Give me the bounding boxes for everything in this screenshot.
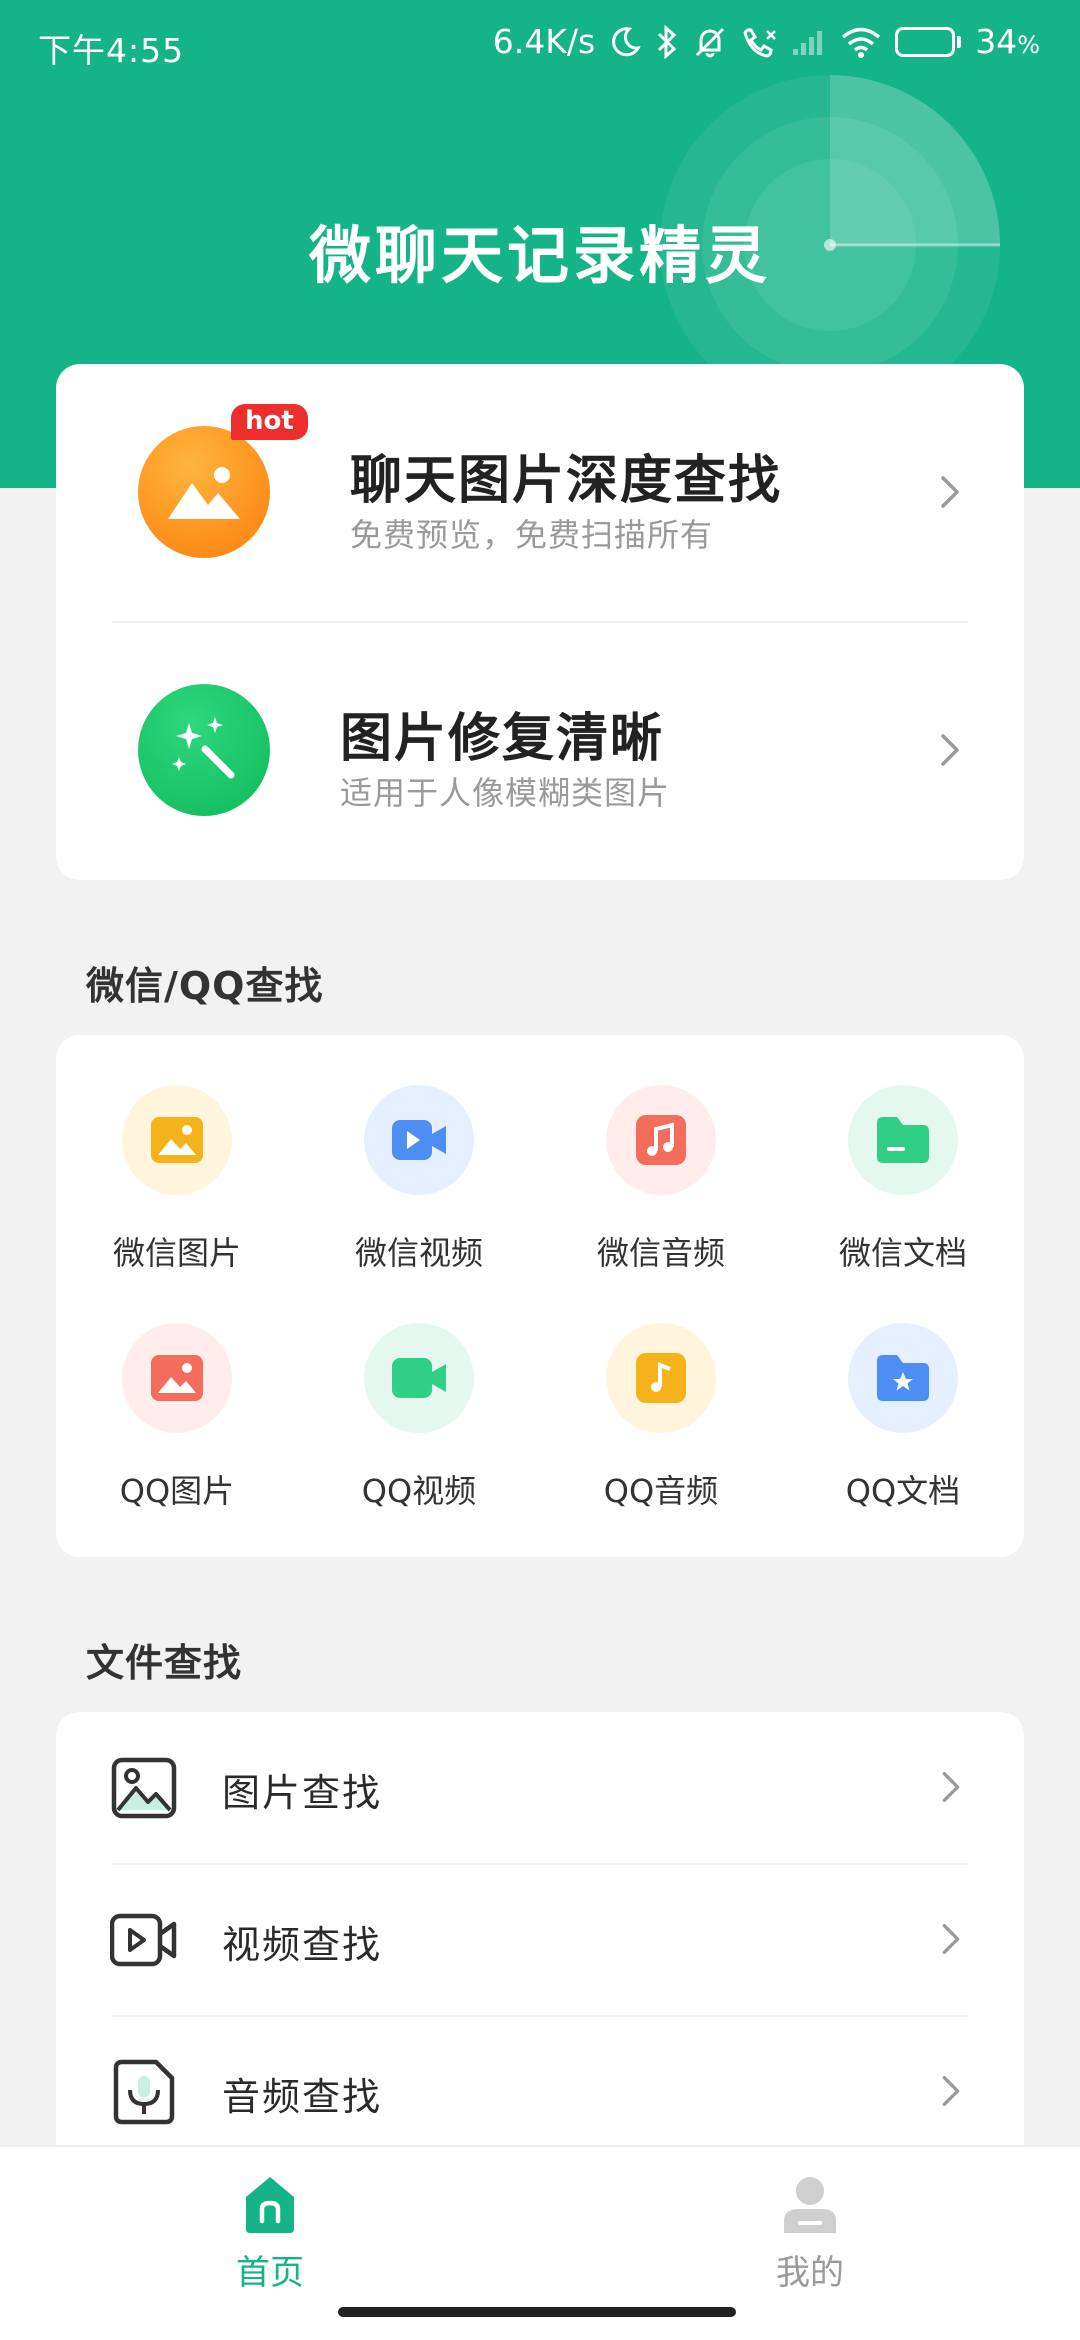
feature-card: hot 聊天图片深度查找 免费预览，免费扫描所有 图片修复清晰 适用于人像模糊类… (56, 364, 1024, 880)
section-title-wx-qq: 微信/QQ查找 (86, 964, 324, 1008)
hot-badge: hot (231, 404, 308, 440)
section-title-file: 文件查找 (86, 1641, 243, 1685)
feature-image-restore[interactable]: 图片修复清晰 适用于人像模糊类图片 (56, 622, 1024, 880)
bell-off-icon (696, 27, 725, 57)
video-camera-icon (364, 1323, 474, 1433)
chevron-right-icon (942, 1772, 960, 1802)
image-landscape-icon (138, 426, 270, 558)
image-outline-icon (111, 1757, 177, 1819)
music-icon (606, 1085, 716, 1195)
grid-item-qq-document[interactable]: QQ文档 (803, 1323, 1003, 1543)
chevron-right-icon (942, 1924, 960, 1954)
grid-item-qq-audio[interactable]: QQ音频 (561, 1323, 761, 1543)
video-outline-icon (110, 1913, 177, 1967)
grid-item-qq-image[interactable]: QQ图片 (77, 1323, 277, 1543)
tab-home[interactable]: 首页 (150, 2165, 390, 2293)
battery-percent: 34% (975, 22, 1040, 61)
user-icon (784, 2177, 836, 2233)
grid-item-wechat-video[interactable]: 微信视频 (319, 1085, 519, 1305)
feature-title: 聊天图片深度查找 (350, 451, 783, 511)
list-item-video-search[interactable]: 视频查找 (56, 1864, 1024, 2016)
grid-item-wechat-image[interactable]: 微信图片 (77, 1085, 277, 1305)
chevron-right-icon (941, 476, 959, 508)
video-icon (364, 1085, 474, 1195)
signal-icon (793, 30, 823, 55)
list-item-image-search[interactable]: 图片查找 (56, 1712, 1024, 1864)
app-title: 微聊天记录精灵 (308, 219, 771, 292)
feature-subtitle: 适用于人像模糊类图片 (340, 774, 671, 812)
grid-item-wechat-document[interactable]: 微信文档 (803, 1085, 1003, 1305)
star-folder-icon (848, 1323, 958, 1433)
status-time: 下午4:55 (38, 31, 185, 70)
bluetooth-icon (658, 24, 677, 59)
home-icon (246, 2177, 294, 2233)
net-speed: 6.4K/s (492, 22, 596, 61)
battery-icon (895, 26, 962, 57)
status-icons: 6.4K/s 34% (493, 22, 1040, 61)
chevron-right-icon (941, 734, 959, 766)
image-icon (122, 1085, 232, 1195)
folder-icon (848, 1085, 958, 1195)
music-icon (606, 1323, 716, 1433)
status-bar: 下午4:55 6.4K/s 34% (0, 0, 1080, 92)
audio-outline-icon (113, 2059, 175, 2125)
gesture-home-indicator[interactable] (338, 2307, 736, 2317)
feature-chat-image-search[interactable]: hot 聊天图片深度查找 免费预览，免费扫描所有 (56, 364, 1024, 622)
wifi-icon (842, 27, 881, 58)
feature-title: 图片修复清晰 (340, 709, 665, 769)
moon-icon (612, 26, 641, 56)
tab-mine[interactable]: 我的 (690, 2165, 930, 2293)
call-off-icon (743, 27, 777, 58)
image-icon (122, 1323, 232, 1433)
grid-item-qq-video[interactable]: QQ视频 (319, 1323, 519, 1543)
magic-wand-icon (138, 684, 270, 816)
chevron-right-icon (942, 2076, 960, 2106)
feature-subtitle: 免费预览，免费扫描所有 (350, 516, 714, 554)
file-search-list: 图片查找 视频查找 音频查找 (56, 1712, 1024, 2212)
wx-qq-grid: 微信图片 微信视频 微信音频 微信文档 QQ图片 QQ视频 QQ音频 QQ文档 (56, 1035, 1024, 1557)
grid-item-wechat-audio[interactable]: 微信音频 (561, 1085, 761, 1305)
